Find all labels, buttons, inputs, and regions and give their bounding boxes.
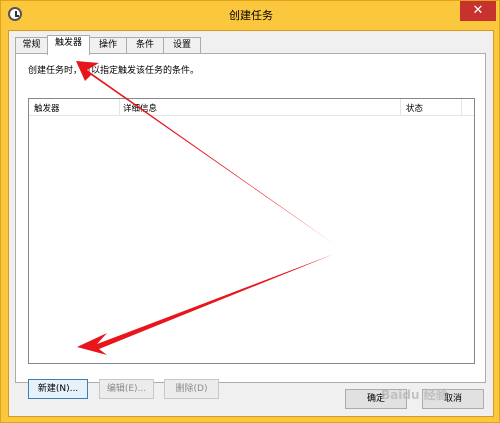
delete-trigger-button[interactable]: 删除(D) <box>164 379 219 399</box>
window-title: 创建任务 <box>229 9 273 22</box>
tab-general[interactable]: 常规 <box>15 37 48 54</box>
tab-settings[interactable]: 设置 <box>163 37 201 54</box>
triggers-panel: 创建任务时，可以指定触发该任务的条件。 触发器 详细信息 状态 新建(N)...… <box>15 53 486 399</box>
list-header: 触发器 详细信息 状态 <box>29 99 474 116</box>
column-header-details[interactable]: 详细信息 <box>123 102 157 114</box>
panel-description: 创建任务时，可以指定触发该任务的条件。 <box>28 66 200 76</box>
column-separator[interactable] <box>119 99 120 116</box>
edit-trigger-button[interactable]: 编辑(E)... <box>99 379 154 399</box>
dialog-window: 创建任务 ✕ 常规 触发器 操作 条件 设置 创建任务时，可以指定触发该任务的条… <box>0 0 500 423</box>
column-header-status[interactable]: 状态 <box>406 102 423 114</box>
tab-triggers[interactable]: 触发器 <box>47 35 90 55</box>
title-bar[interactable]: 创建任务 ✕ <box>1 1 500 29</box>
tab-conditions[interactable]: 条件 <box>126 37 164 54</box>
new-trigger-button[interactable]: 新建(N)... <box>28 379 88 399</box>
watermark: Baidu 经验 <box>381 388 448 402</box>
column-header-trigger[interactable]: 触发器 <box>34 102 60 114</box>
column-separator[interactable] <box>461 99 462 116</box>
tab-actions[interactable]: 操作 <box>89 37 127 54</box>
close-button[interactable]: ✕ <box>460 1 496 21</box>
triggers-list[interactable]: 触发器 详细信息 状态 <box>28 98 475 364</box>
column-separator[interactable] <box>400 99 401 116</box>
dialog-client-area: 常规 触发器 操作 条件 设置 创建任务时，可以指定触发该任务的条件。 触发器 … <box>8 30 494 417</box>
